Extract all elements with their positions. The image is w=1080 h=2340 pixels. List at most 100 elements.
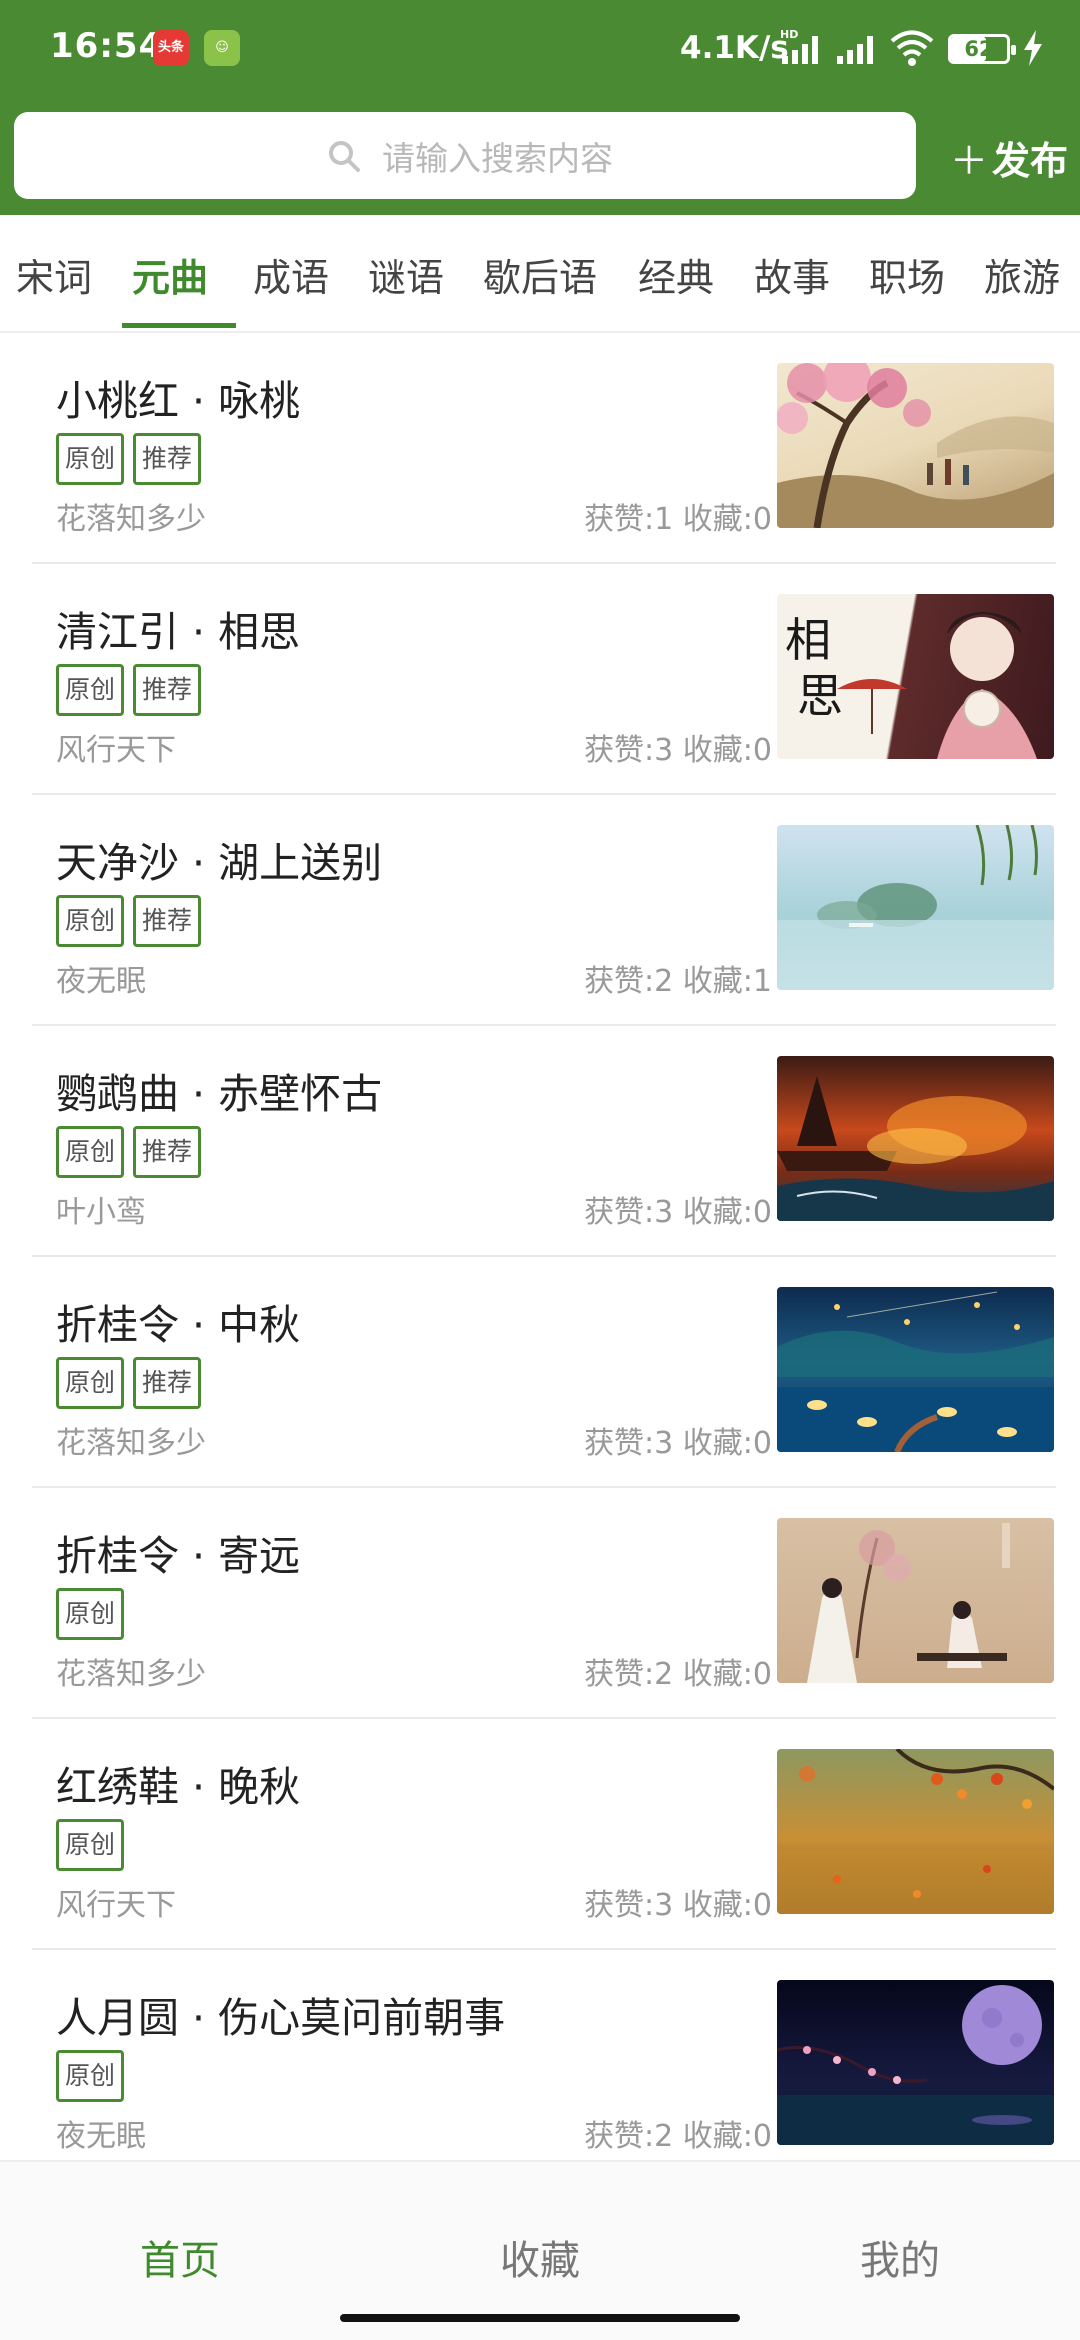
list-item[interactable]: 折桂令 · 寄远 原创 花落知多少 获赞:2 收藏:0 <box>32 1488 1056 1719</box>
nav-favorites[interactable]: 收藏 <box>360 2228 720 2286</box>
tag-original: 原创 <box>56 895 125 947</box>
news-app-icon: 头条 <box>153 30 189 66</box>
lantern-night-image <box>777 1291 1054 1452</box>
autumn-leaves-image <box>777 1749 1054 1914</box>
misty-lake-image <box>777 825 1054 990</box>
item-author: 花落知多少 <box>56 1657 206 1692</box>
tag-original: 原创 <box>56 433 125 485</box>
tag-original: 原创 <box>56 1126 125 1178</box>
item-author: 花落知多少 <box>56 1426 206 1461</box>
tab-songci[interactable]: 宋词 <box>16 247 92 302</box>
item-title: 人月圆 · 伤心莫问前朝事 <box>56 1994 506 2042</box>
item-title: 鹦鹉曲 · 赤壁怀古 <box>56 1070 383 1118</box>
status-time: 16:54 <box>50 26 164 66</box>
list-item[interactable]: 鹦鹉曲 · 赤壁怀古 原创 推荐 叶小鸾 获赞:3 收藏:0 <box>32 1026 1056 1257</box>
item-author: 风行天下 <box>56 1888 176 1923</box>
tab-yuanqu[interactable]: 元曲 <box>132 247 208 302</box>
svg-text:相: 相 <box>785 613 831 667</box>
item-thumbnail: 相 思 <box>777 594 1054 759</box>
item-author: 叶小鸾 <box>56 1195 146 1230</box>
list-item[interactable]: 天净沙 · 湖上送别 原创 推荐 夜无眠 获赞:2 收藏:1 <box>32 795 1056 1026</box>
item-stats: 获赞:3 收藏:0 <box>584 733 772 768</box>
list-item[interactable]: 清江引 · 相思 原创 推荐 风行天下 获赞:3 收藏:0 相 思 <box>32 564 1056 795</box>
category-tabs: 宋词 元曲 成语 谜语 歇后语 经典 故事 职场 旅游 <box>0 215 1080 333</box>
network-speed: 4.1K/s <box>680 30 789 66</box>
tab-gushi[interactable]: 故事 <box>754 247 830 302</box>
tag-original: 原创 <box>56 1819 125 1871</box>
publish-label: 发布 <box>992 139 1069 183</box>
status-bar: 16:54 头条 ☺ 4.1K/s HD 62 <box>0 0 1080 100</box>
tab-miyu[interactable]: 谜语 <box>368 247 444 302</box>
guqin-player-image <box>807 1523 1010 1683</box>
item-thumbnail <box>777 1287 1054 1452</box>
tab-chengyu[interactable]: 成语 <box>253 247 329 302</box>
list-item[interactable]: 小桃红 · 咏桃 原创 推荐 花落知多少 获赞:1 收藏:0 <box>32 333 1056 564</box>
tag-recommended: 推荐 <box>133 1357 202 1409</box>
list-item[interactable]: 折桂令 · 中秋 原创 推荐 花落知多少 获赞:3 收藏:0 <box>32 1257 1056 1488</box>
search-placeholder: 请输入搜索内容 <box>382 139 613 178</box>
item-stats: 获赞:2 收藏:0 <box>584 1657 772 1692</box>
list-item[interactable]: 人月圆 · 伤心莫问前朝事 原创 夜无眠 获赞:2 收藏:0 <box>32 1950 1056 2181</box>
item-tags: 原创 <box>56 2050 133 2102</box>
item-author: 花落知多少 <box>56 502 206 537</box>
item-tags: 原创 推荐 <box>56 895 210 947</box>
item-thumbnail <box>777 1980 1054 2145</box>
battery-percentage: 62 <box>964 37 994 61</box>
item-tags: 原创 推荐 <box>56 1357 210 1409</box>
peach-blossom-image <box>777 363 1054 528</box>
item-title: 折桂令 · 中秋 <box>56 1301 301 1349</box>
item-author: 夜无眠 <box>56 2119 146 2154</box>
tag-recommended: 推荐 <box>133 1126 202 1178</box>
item-stats: 获赞:3 收藏:0 <box>584 1888 772 1923</box>
tab-lvyou[interactable]: 旅游 <box>984 247 1060 302</box>
list-item[interactable]: 红绣鞋 · 晚秋 原创 风行天下 获赞:3 收藏:0 <box>32 1719 1056 1950</box>
item-title: 天净沙 · 湖上送别 <box>56 839 383 887</box>
tab-xiehouyu[interactable]: 歇后语 <box>483 247 597 302</box>
nav-home[interactable]: 首页 <box>0 2228 360 2286</box>
lovesick-girl-image: 相 思 <box>785 612 1037 759</box>
active-tab-indicator <box>122 323 236 328</box>
publish-button[interactable]: ＋发布 <box>950 130 1068 185</box>
home-indicator[interactable] <box>340 2314 740 2322</box>
item-tags: 原创 <box>56 1819 133 1871</box>
item-tags: 原创 推荐 <box>56 1126 210 1178</box>
item-tags: 原创 推荐 <box>56 664 210 716</box>
item-title: 清江引 · 相思 <box>56 608 301 656</box>
item-tags: 原创 推荐 <box>56 433 210 485</box>
item-stats: 获赞:2 收藏:1 <box>584 964 772 999</box>
cellular-signal-icon <box>835 34 879 64</box>
item-title: 小桃红 · 咏桃 <box>56 377 301 425</box>
wifi-icon <box>890 30 934 66</box>
item-stats: 获赞:2 收藏:0 <box>584 2119 772 2154</box>
item-author: 风行天下 <box>56 733 176 768</box>
tag-recommended: 推荐 <box>133 895 202 947</box>
cellular-signal-icon <box>780 34 824 64</box>
app-header: 16:54 头条 ☺ 4.1K/s HD 62 请输入搜索内容 ＋ 发布 <box>0 0 1080 215</box>
plus-icon: ＋ <box>950 139 989 183</box>
red-cliff-battle-image <box>777 1076 1054 1221</box>
item-thumbnail <box>777 363 1054 528</box>
item-thumbnail <box>777 1518 1054 1683</box>
tag-original: 原创 <box>56 1357 125 1409</box>
tab-zhichang[interactable]: 职场 <box>869 247 945 302</box>
nav-mine[interactable]: 我的 <box>720 2228 1080 2286</box>
item-author: 夜无眠 <box>56 964 146 999</box>
item-thumbnail <box>777 1749 1054 1914</box>
battery-icon: 62 <box>948 34 1016 64</box>
item-thumbnail <box>777 825 1054 990</box>
moon-night-image <box>777 1985 1054 2145</box>
tag-original: 原创 <box>56 2050 125 2102</box>
tag-recommended: 推荐 <box>133 664 202 716</box>
item-stats: 获赞:3 收藏:0 <box>584 1426 772 1461</box>
item-stats: 获赞:1 收藏:0 <box>584 502 772 537</box>
tag-recommended: 推荐 <box>133 433 202 485</box>
item-title: 折桂令 · 寄远 <box>56 1532 301 1580</box>
search-input[interactable]: 请输入搜索内容 <box>14 112 916 199</box>
tab-jingdian[interactable]: 经典 <box>638 247 714 302</box>
svg-text:思: 思 <box>797 669 843 723</box>
item-thumbnail <box>777 1056 1054 1221</box>
tag-original: 原创 <box>56 1588 125 1640</box>
item-stats: 获赞:3 收藏:0 <box>584 1195 772 1230</box>
charging-icon <box>1024 30 1042 66</box>
bottom-navigation: 首页 收藏 我的 <box>0 2160 1080 2340</box>
